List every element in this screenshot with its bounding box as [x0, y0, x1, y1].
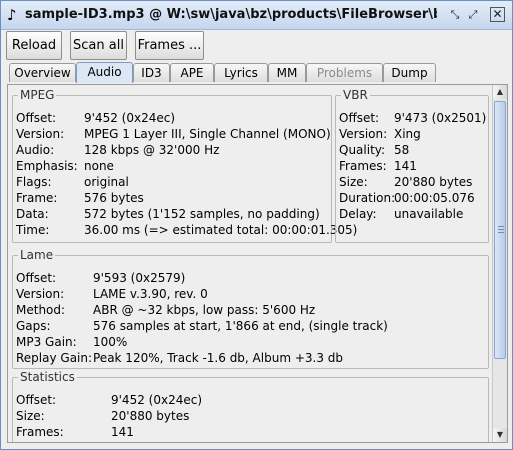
vertical-scrollbar[interactable]: ▲ ▼ — [492, 85, 507, 442]
lame-replaygain-value: Peak 120%, Track -1.6 db, Album +3.3 db — [93, 351, 344, 365]
vbr-size-value: 20'880 bytes — [394, 175, 473, 189]
lame-offset-value: 9'593 (0x2579) — [93, 271, 186, 285]
grip-line-icon — [498, 226, 504, 227]
reload-button[interactable]: Reload — [6, 31, 62, 60]
statistics-size-value: 20'880 bytes — [111, 409, 190, 423]
scrollbar-thumb[interactable] — [494, 101, 506, 359]
statistics-title: Statistics — [18, 369, 77, 385]
mpeg-emphasis-value: none — [84, 159, 114, 173]
scan-all-button[interactable]: Scan all — [70, 31, 127, 60]
tab-problems: Problems — [306, 63, 383, 82]
vbr-delay-value: unavailable — [394, 207, 464, 221]
toolbar: Reload Scan all Frames ... — [1, 30, 512, 61]
mpeg-group: MPEG Offset: 9'452 (0x24ec) Version: MPEG … — [12, 87, 357, 243]
tab-mm[interactable]: MM — [268, 63, 306, 82]
lame-gaps-value: 576 samples at start, 1'866 at end, (sin… — [93, 319, 388, 333]
scroll-down-icon[interactable]: ▼ — [493, 428, 507, 442]
statistics-group: Statistics Offset: 9'452 (0x24ec) Size: 20… — [12, 369, 489, 442]
window-title: sample-ID3.mp3 @ W:\sw\java\bz\products\… — [25, 7, 437, 22]
mpeg-data-value: 572 bytes (1'152 samples, no padding) — [84, 207, 320, 221]
mpeg-title: MPEG — [18, 87, 57, 103]
mpeg-version-value: MPEG 1 Layer III, Single Channel (MONO) — [84, 127, 331, 141]
grip-line-icon — [498, 229, 504, 230]
music-note-icon: ♪ — [7, 6, 17, 24]
mpeg-audio-value: 128 kbps @ 32'000 Hz — [84, 143, 220, 157]
mpeg-flags-value: original — [84, 175, 129, 189]
frames-button[interactable]: Frames ... — [135, 31, 204, 60]
close-icon[interactable]: ✕ — [490, 7, 505, 22]
scroll-up-icon[interactable]: ▲ — [493, 85, 507, 99]
grip-line-icon — [498, 232, 504, 233]
vbr-duration-value: 00:00:05.076 — [394, 191, 475, 205]
maximize-icon[interactable]: ⤢ — [465, 7, 481, 22]
file-browser-window: ♪ sample-ID3.mp3 @ W:\sw\java\bz\product… — [0, 0, 513, 450]
audio-scroll-area: MPEG Offset: 9'452 (0x24ec) Version: MPEG … — [8, 85, 491, 442]
audio-panel: MPEG Offset: 9'452 (0x24ec) Version: MPEG … — [7, 84, 508, 443]
vbr-quality-value: 58 — [394, 143, 410, 157]
tab-ape[interactable]: APE — [170, 63, 214, 82]
mpeg-time-value: 36.00 ms (=> estimated total: 00:00:01.3… — [84, 223, 358, 237]
tab-bar: Overview Audio ID3 APE Lyrics MM Problem… — [1, 62, 512, 83]
mpeg-frame-value: 576 bytes — [84, 191, 144, 205]
lame-mp3gain-value: 100% — [93, 335, 128, 349]
tab-lyrics[interactable]: Lyrics — [214, 63, 268, 82]
tab-overview[interactable]: Overview — [9, 63, 76, 82]
mpeg-offset-value: 9'452 (0x24ec) — [84, 111, 176, 125]
lame-title: Lame — [18, 247, 56, 263]
tab-dump[interactable]: Dump — [383, 63, 436, 82]
tab-id3[interactable]: ID3 — [133, 63, 170, 82]
vbr-version-value: Xing — [394, 127, 421, 141]
lame-version-value: LAME v.3.90, rev. 0 — [93, 287, 208, 301]
vbr-title: VBR — [341, 87, 370, 103]
minimize-icon[interactable]: ⤡ — [447, 7, 463, 22]
statistics-frames-value: 141 — [111, 425, 134, 439]
lame-group: Lame Offset: 9'593 (0x2579) Version: LAME … — [12, 247, 489, 369]
title-bar[interactable]: ♪ sample-ID3.mp3 @ W:\sw\java\bz\product… — [1, 1, 512, 30]
statistics-offset-value: 9'452 (0x24ec) — [111, 393, 203, 407]
lame-method-value: ABR @ ~32 kbps, low pass: 5'600 Hz — [93, 303, 316, 317]
tab-audio[interactable]: Audio — [76, 62, 133, 83]
vbr-offset-value: 9'473 (0x2501) — [394, 111, 487, 125]
vbr-frames-value: 141 — [394, 159, 417, 173]
vbr-group: VBR Offset: 9'473 (0x2501) Version: Xing Q… — [335, 87, 489, 243]
